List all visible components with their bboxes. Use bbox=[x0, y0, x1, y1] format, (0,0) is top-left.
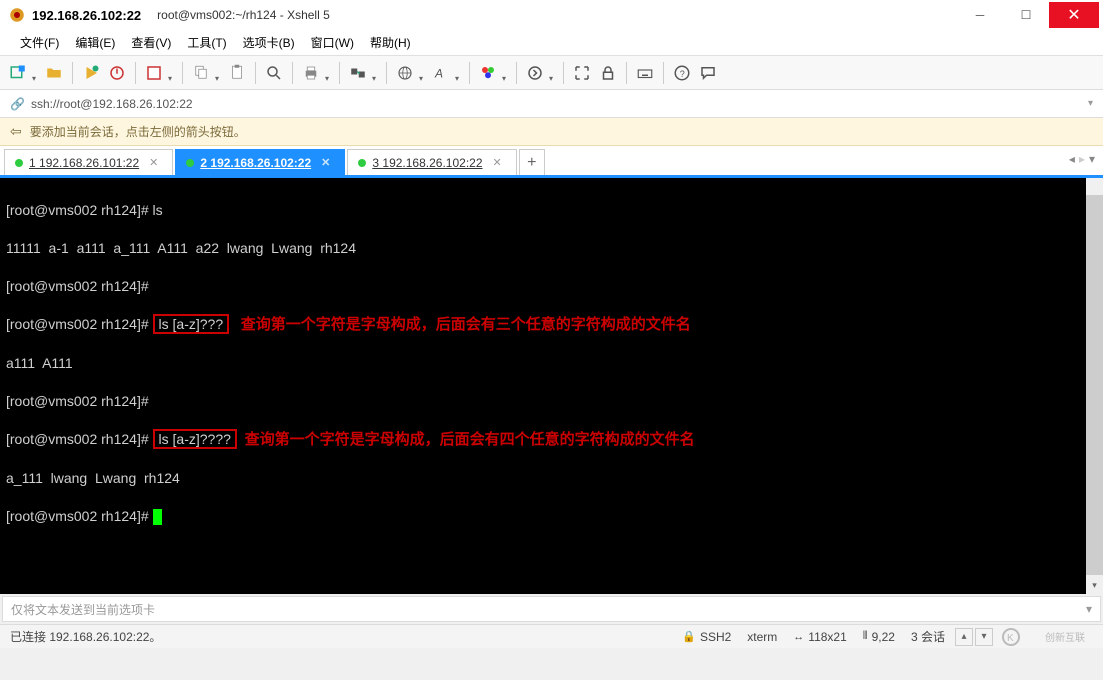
highlighted-command-2: ls [a-z]???? bbox=[153, 429, 237, 449]
session-tab-1[interactable]: 1 192.168.26.101:22 ✕ bbox=[4, 149, 173, 175]
profile-button[interactable]: ▾ bbox=[142, 61, 166, 85]
open-button[interactable] bbox=[42, 61, 66, 85]
toolbar-separator bbox=[386, 62, 387, 84]
session-tab-2[interactable]: 2 192.168.26.102:22 ✕ bbox=[175, 149, 345, 175]
terminal-scrollbar[interactable]: ▴ ▾ bbox=[1086, 178, 1103, 594]
title-caption: root@vms002:~/rh124 - Xshell 5 bbox=[157, 8, 330, 22]
app-logo-icon bbox=[8, 6, 26, 24]
svg-text:?: ? bbox=[680, 68, 685, 78]
status-termtype: xterm bbox=[747, 630, 777, 644]
scroll-thumb[interactable] bbox=[1086, 195, 1103, 575]
session-tab-3[interactable]: 3 192.168.26.102:22 ✕ bbox=[347, 149, 516, 175]
tip-bar: ⇦ 要添加当前会话，点击左侧的箭头按钮。 bbox=[0, 118, 1103, 146]
tab-header: 1 192.168.26.101:22 ✕ 2 192.168.26.102:2… bbox=[0, 146, 1103, 178]
new-session-button[interactable]: ▾ bbox=[6, 61, 30, 85]
toolbar-separator bbox=[72, 62, 73, 84]
status-up-button[interactable]: ▴ bbox=[955, 628, 973, 646]
paste-button[interactable] bbox=[225, 61, 249, 85]
lock-icon: 🔒 bbox=[682, 630, 696, 643]
status-bar: 已连接 192.168.26.102:22。 🔒 SSH2 xterm ↔ 118x… bbox=[0, 624, 1103, 648]
status-cursor: 9,22 bbox=[872, 630, 895, 644]
tab-close-icon[interactable]: ✕ bbox=[493, 156, 502, 169]
menu-file[interactable]: 文件(F) bbox=[12, 32, 67, 53]
toolbar-separator bbox=[663, 62, 664, 84]
tab-nav: ◂ ▸ ▾ bbox=[1069, 152, 1095, 166]
menu-tools[interactable]: 工具(T) bbox=[179, 32, 234, 53]
cursor-pos-icon: ⦀ bbox=[863, 630, 868, 643]
watermark-icon: K bbox=[1001, 627, 1041, 647]
toolbar-separator bbox=[516, 62, 517, 84]
annotation-2: 查询第一个字符是字母构成，后面会有四个任意的字符构成的文件名 bbox=[245, 432, 695, 448]
tab-close-icon[interactable]: ✕ bbox=[321, 156, 330, 169]
annotation-1: 查询第一个字符是字母构成，后面会有三个任意的字符构成的文件名 bbox=[241, 317, 691, 333]
watermark-text: 创新互联 bbox=[1045, 629, 1085, 644]
menu-window[interactable]: 窗口(W) bbox=[303, 32, 362, 53]
reconnect-button[interactable] bbox=[79, 61, 103, 85]
lock-button[interactable] bbox=[596, 61, 620, 85]
toolbar-separator bbox=[626, 62, 627, 84]
transfer-button[interactable]: ▾ bbox=[346, 61, 370, 85]
status-dot-icon bbox=[358, 159, 366, 167]
copy-button[interactable]: ▾ bbox=[189, 61, 213, 85]
address-dropdown-icon[interactable]: ▾ bbox=[1088, 98, 1093, 109]
terminal[interactable]: [root@vms002 rh124]# ls 11111 a-1 a111 a… bbox=[0, 178, 1103, 594]
svg-text:K: K bbox=[1007, 633, 1014, 644]
status-connection: 已连接 192.168.26.102:22。 bbox=[10, 628, 161, 645]
chat-button[interactable] bbox=[696, 61, 720, 85]
title-bar: 192.168.26.102:22 root@vms002:~/rh124 - … bbox=[0, 0, 1103, 30]
toolbar-separator bbox=[469, 62, 470, 84]
fullscreen-button[interactable] bbox=[570, 61, 594, 85]
compose-dropdown-icon[interactable]: ▾ bbox=[1086, 602, 1092, 616]
find-button[interactable] bbox=[262, 61, 286, 85]
toolbar-separator bbox=[339, 62, 340, 84]
status-down-button[interactable]: ▾ bbox=[975, 628, 993, 646]
address-bar[interactable]: 🔗 ssh://root@192.168.26.102:22 ▾ bbox=[0, 90, 1103, 118]
disconnect-button[interactable] bbox=[105, 61, 129, 85]
status-dot-icon bbox=[186, 159, 194, 167]
toolbar-separator bbox=[135, 62, 136, 84]
menu-tabs[interactable]: 选项卡(B) bbox=[235, 32, 303, 53]
minimize-button[interactable]: ─ bbox=[957, 2, 1003, 28]
script-button[interactable]: ▾ bbox=[523, 61, 547, 85]
status-protocol: SSH2 bbox=[700, 630, 731, 644]
maximize-button[interactable]: ☐ bbox=[1003, 2, 1049, 28]
highlighted-command-1: ls [a-z]??? bbox=[153, 314, 230, 334]
scroll-down-icon[interactable]: ▾ bbox=[1086, 577, 1103, 594]
tab-close-icon[interactable]: ✕ bbox=[149, 156, 158, 169]
status-size: 118x21 bbox=[808, 630, 846, 644]
tab-next-icon[interactable]: ▸ bbox=[1079, 152, 1085, 166]
toolbar: ▾ ▾ ▾ ▾ ▾ ▾ A▾ ▾ ▾ ? bbox=[0, 56, 1103, 90]
menu-bar: 文件(F) 编辑(E) 查看(V) 工具(T) 选项卡(B) 窗口(W) 帮助(… bbox=[0, 30, 1103, 56]
toolbar-separator bbox=[563, 62, 564, 84]
address-text: ssh://root@192.168.26.102:22 bbox=[31, 97, 193, 111]
title-address: 192.168.26.102:22 bbox=[32, 8, 141, 23]
menu-edit[interactable]: 编辑(E) bbox=[67, 32, 123, 53]
compose-bar[interactable]: 仅将文本发送到当前选项卡 ▾ bbox=[2, 596, 1101, 622]
help-button[interactable]: ? bbox=[670, 61, 694, 85]
terminal-cursor bbox=[153, 509, 162, 525]
font-button[interactable]: A▾ bbox=[429, 61, 453, 85]
toolbar-separator bbox=[182, 62, 183, 84]
link-icon: 🔗 bbox=[10, 97, 25, 111]
status-sessions: 3 会话 bbox=[911, 628, 945, 645]
tip-arrow-icon[interactable]: ⇦ bbox=[10, 123, 22, 140]
tab-prev-icon[interactable]: ◂ bbox=[1069, 152, 1075, 166]
tab-menu-icon[interactable]: ▾ bbox=[1089, 152, 1095, 166]
toolbar-separator bbox=[292, 62, 293, 84]
svg-text:A: A bbox=[434, 66, 443, 80]
color-button[interactable]: ▾ bbox=[476, 61, 500, 85]
resize-icon: ↔ bbox=[793, 631, 804, 643]
menu-help[interactable]: 帮助(H) bbox=[362, 32, 419, 53]
keyboard-button[interactable] bbox=[633, 61, 657, 85]
tip-text: 要添加当前会话，点击左侧的箭头按钮。 bbox=[30, 123, 246, 140]
toolbar-separator bbox=[255, 62, 256, 84]
menu-view[interactable]: 查看(V) bbox=[123, 32, 179, 53]
close-button[interactable]: ✕ bbox=[1049, 2, 1099, 28]
print-button[interactable]: ▾ bbox=[299, 61, 323, 85]
compose-placeholder: 仅将文本发送到当前选项卡 bbox=[11, 601, 155, 618]
encoding-button[interactable]: ▾ bbox=[393, 61, 417, 85]
add-tab-button[interactable]: + bbox=[519, 149, 545, 175]
status-dot-icon bbox=[15, 159, 23, 167]
